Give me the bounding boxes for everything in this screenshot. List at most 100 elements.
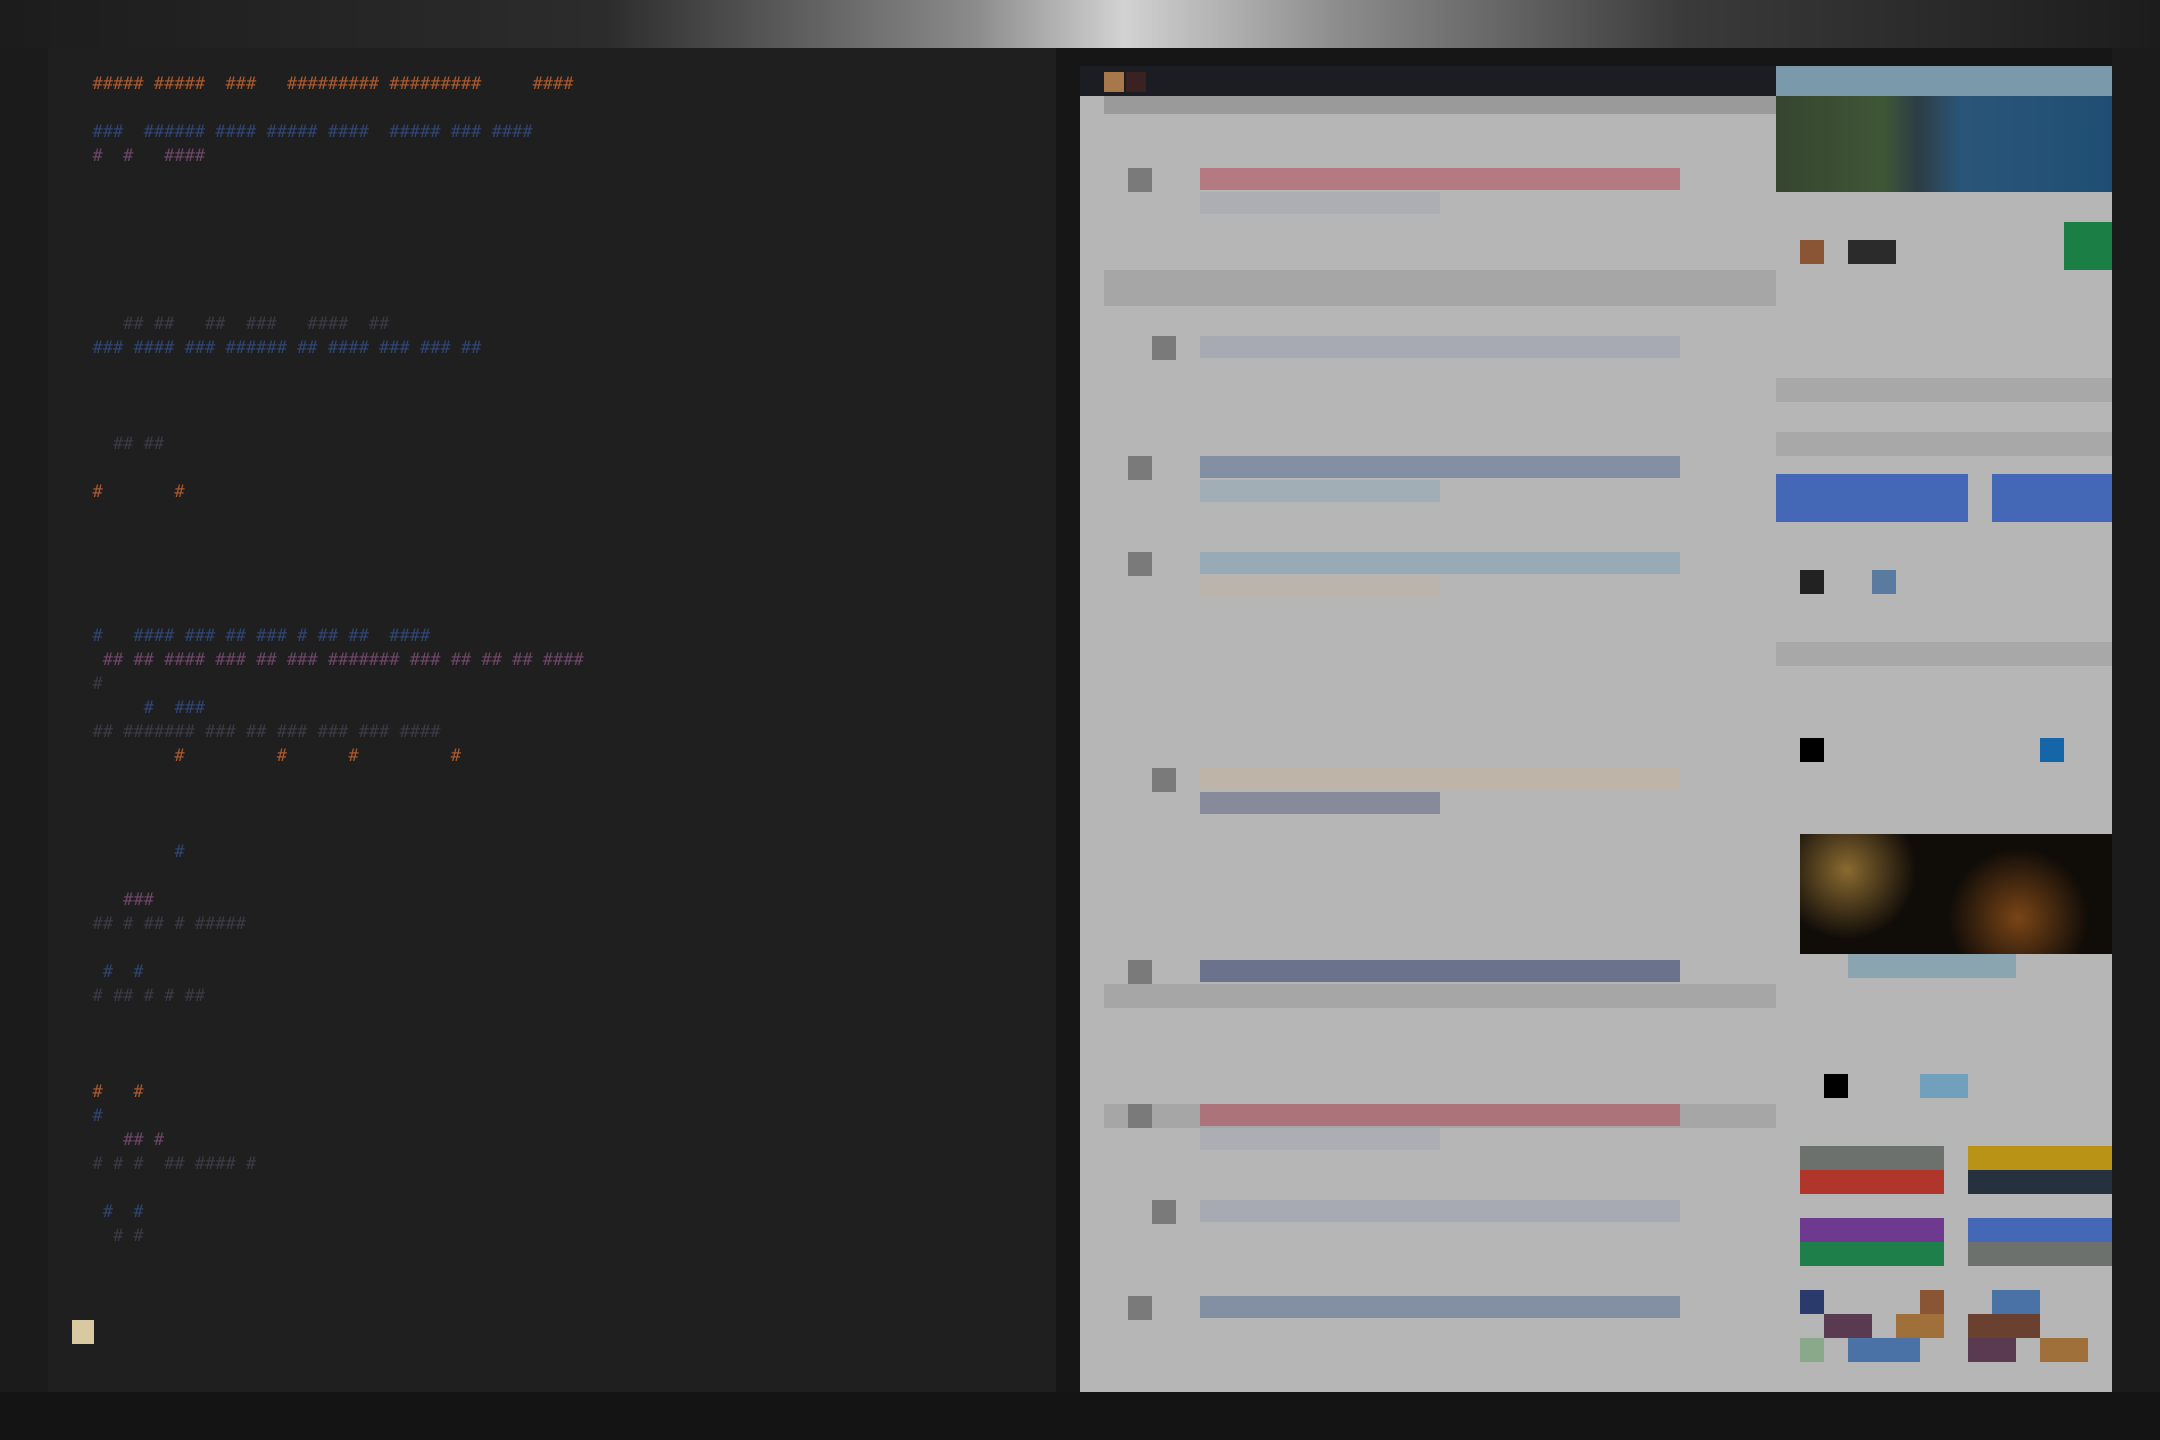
feed-post[interactable]: [1104, 336, 1776, 384]
post-text: [1200, 168, 1680, 190]
video-meta: [1848, 954, 2016, 978]
footer-icon: [1824, 1314, 1872, 1338]
post-text: [1200, 336, 1680, 358]
feed-post[interactable]: [1104, 168, 1776, 240]
sidebar-divider: [1776, 432, 2112, 456]
post-text: [1200, 768, 1680, 790]
video-thumbnail[interactable]: [1800, 834, 2112, 954]
terminal-window[interactable]: ##### ##### ### ######### ######### ####…: [48, 48, 1056, 1392]
post-text: [1200, 456, 1680, 478]
playback-row: [1824, 1074, 1992, 1098]
terminal-line: ##### ##### ### ######### ######### ####: [72, 74, 574, 94]
footer-icon: [1800, 1290, 1824, 1314]
post-text: [1200, 1128, 1440, 1150]
post-text: [1200, 1200, 1680, 1222]
topic-tag[interactable]: [1968, 1242, 2112, 1266]
media-row: [1800, 738, 2112, 762]
feed-divider: [1104, 96, 1776, 114]
terminal-line: # ###: [72, 698, 206, 718]
primary-action-button[interactable]: [1776, 474, 1968, 522]
post-text: [1200, 1104, 1680, 1126]
trending-card[interactable]: [1776, 96, 2112, 192]
footer-icon: [2040, 1338, 2088, 1362]
terminal-line: ###: [72, 890, 154, 910]
feed-post[interactable]: [1104, 456, 1776, 528]
terminal-line: # #: [72, 1082, 144, 1102]
topic-tag[interactable]: [1800, 1242, 1944, 1266]
trending-image[interactable]: [1776, 96, 2112, 192]
action-buttons-row: [1776, 474, 2112, 522]
avatar[interactable]: [1152, 336, 1176, 360]
browser-header-accent: [1776, 66, 2112, 96]
profile-row: [1800, 240, 1896, 264]
topic-tag[interactable]: [1800, 1218, 1944, 1242]
stats-row: [1800, 570, 2112, 594]
avatar[interactable]: [1128, 1296, 1152, 1320]
feed-post[interactable]: [1104, 960, 1776, 1008]
topic-tag[interactable]: [1800, 1170, 1944, 1194]
footer-icon: [1920, 1290, 1944, 1314]
stat-icon: [1872, 570, 1896, 594]
terminal-line: # #: [72, 962, 144, 982]
topic-tag[interactable]: [1968, 1218, 2112, 1242]
avatar[interactable]: [1128, 1104, 1152, 1128]
feed-post[interactable]: [1104, 1200, 1776, 1248]
post-text: [1200, 480, 1440, 502]
post-text: [1200, 1296, 1680, 1318]
topic-tag[interactable]: [1800, 1146, 1944, 1170]
terminal-line: # ## # # ##: [72, 986, 206, 1006]
feed-post[interactable]: [1104, 768, 1776, 840]
footer-icon: [1896, 1314, 1944, 1338]
feed-post[interactable]: [1104, 1296, 1776, 1344]
terminal-line: # # # ## #### #: [72, 1154, 257, 1174]
avatar[interactable]: [1128, 456, 1152, 480]
terminal-line: ### ###### #### ##### #### ##### ### ###…: [72, 122, 533, 142]
media-icon: [1800, 738, 1824, 762]
footer-icon: [1968, 1338, 2016, 1362]
footer-icon: [1992, 1290, 2040, 1314]
terminal-cursor: [72, 1320, 94, 1344]
terminal-line: ## ## #### ### ## ### ####### ### ## ## …: [72, 650, 584, 670]
desktop-bottom-bar: [0, 1392, 2160, 1440]
follow-button[interactable]: [2064, 222, 2112, 270]
post-text: [1200, 576, 1440, 598]
terminal-line: # # ####: [72, 146, 206, 166]
desktop: ##### ##### ### ######### ######### ####…: [0, 0, 2160, 1440]
post-text: [1200, 792, 1440, 814]
feed-post[interactable]: [1104, 1104, 1776, 1176]
terminal-line: ## # ## # #####: [72, 914, 246, 934]
terminal-line: # #: [72, 1202, 144, 1222]
feed-column: [1104, 96, 1776, 1392]
avatar[interactable]: [1128, 552, 1152, 576]
playback-label-block: [1920, 1074, 1968, 1098]
terminal-line: # #: [72, 482, 185, 502]
avatar[interactable]: [1152, 1200, 1176, 1224]
topic-tag[interactable]: [1968, 1170, 2112, 1194]
sidebar: [1776, 96, 2112, 1392]
secondary-action-button[interactable]: [1992, 474, 2112, 522]
topic-tag[interactable]: [1968, 1146, 2112, 1170]
stat-icon: [1800, 570, 1824, 594]
post-text: [1200, 192, 1440, 214]
avatar[interactable]: [1128, 960, 1152, 984]
terminal-line: #: [72, 674, 103, 694]
terminal-line: ## ####### ### ## ### ### ### ####: [72, 722, 441, 742]
footer-icon: [1800, 1338, 1824, 1362]
media-link-icon[interactable]: [2040, 738, 2064, 762]
tab-favicon-icon[interactable]: [1104, 72, 1124, 92]
sidebar-divider: [1776, 378, 2112, 402]
terminal-line: ## #: [72, 1130, 165, 1150]
tab-close-icon[interactable]: [1126, 72, 1146, 92]
desktop-left-rail: [0, 48, 48, 1392]
profile-name-block: [1848, 240, 1896, 264]
browser-window[interactable]: [1080, 66, 2112, 1392]
play-icon[interactable]: [1824, 1074, 1848, 1098]
terminal-line: #: [72, 842, 185, 862]
avatar[interactable]: [1128, 168, 1152, 192]
post-text: [1200, 960, 1680, 982]
terminal-line: # #: [72, 1226, 144, 1246]
footer-icon: [1968, 1314, 2040, 1338]
avatar[interactable]: [1152, 768, 1176, 792]
sidebar-divider: [1776, 642, 2112, 666]
feed-post[interactable]: [1104, 552, 1776, 624]
